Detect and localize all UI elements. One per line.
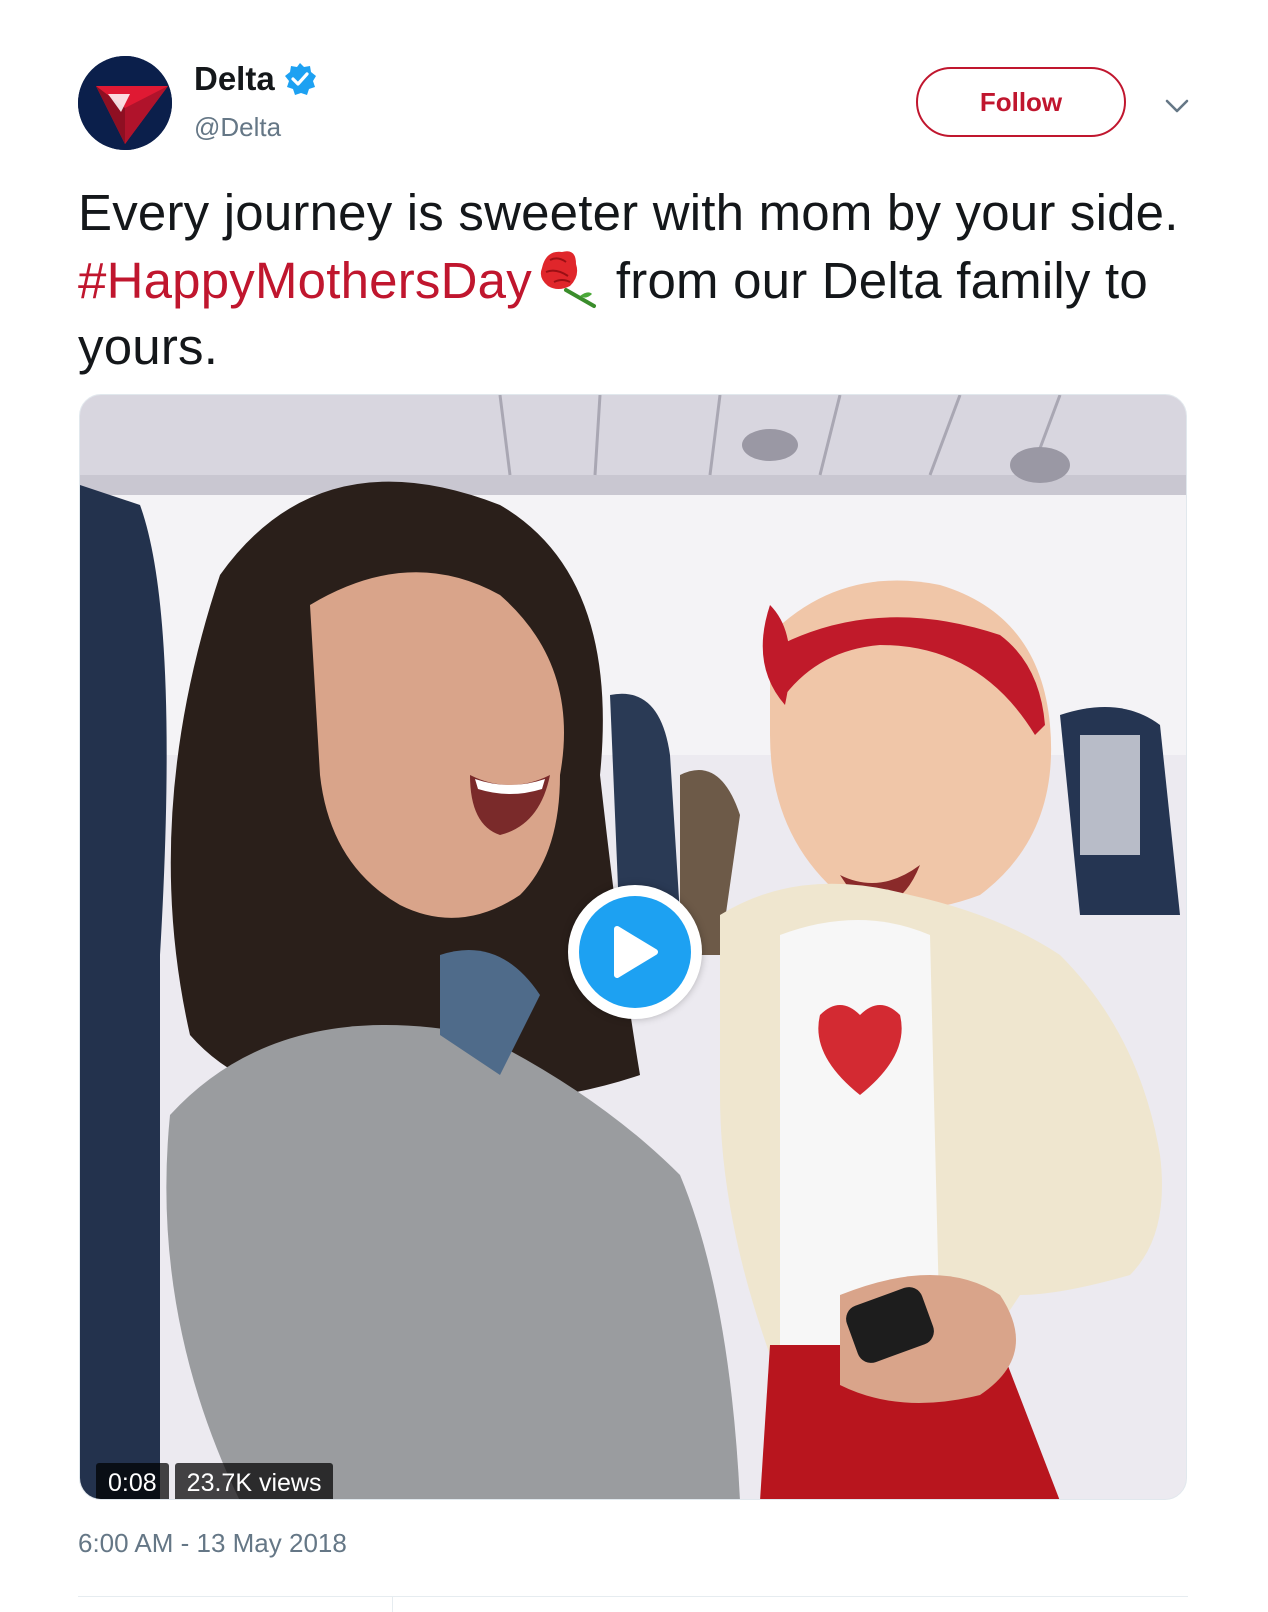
author-name-row: Delta [194, 60, 317, 98]
author-handle[interactable]: @Delta [194, 112, 281, 143]
follow-button[interactable]: Follow [916, 67, 1126, 137]
hashtag-link[interactable]: #HappyMothersDay [78, 252, 532, 309]
chevron-down-icon[interactable] [1163, 92, 1191, 120]
rose-flower-icon [540, 251, 596, 308]
tweet-text-before: Every journey is sweeter with mom by you… [78, 184, 1179, 241]
video-views: 23.7K views [174, 1463, 334, 1499]
tweet-timestamp[interactable]: 6:00 AM - 13 May 2018 [78, 1528, 347, 1559]
tweet-text: Every journey is sweeter with mom by you… [78, 180, 1188, 380]
play-icon-circle [579, 896, 691, 1008]
play-button[interactable] [568, 885, 702, 1019]
divider-tick [392, 1596, 393, 1612]
video-meta: 0:08 23.7K views [96, 1463, 334, 1499]
video-player[interactable]: 0:08 23.7K views [79, 394, 1187, 1500]
play-icon [614, 926, 658, 978]
divider [78, 1596, 1188, 1597]
tweet-card: Delta @Delta Follow Every journey is swe… [0, 0, 1268, 1612]
delta-logo-icon [78, 56, 172, 150]
avatar[interactable] [78, 56, 172, 150]
display-name[interactable]: Delta [194, 60, 275, 98]
verified-badge-icon [284, 63, 316, 95]
video-duration: 0:08 [96, 1463, 169, 1499]
